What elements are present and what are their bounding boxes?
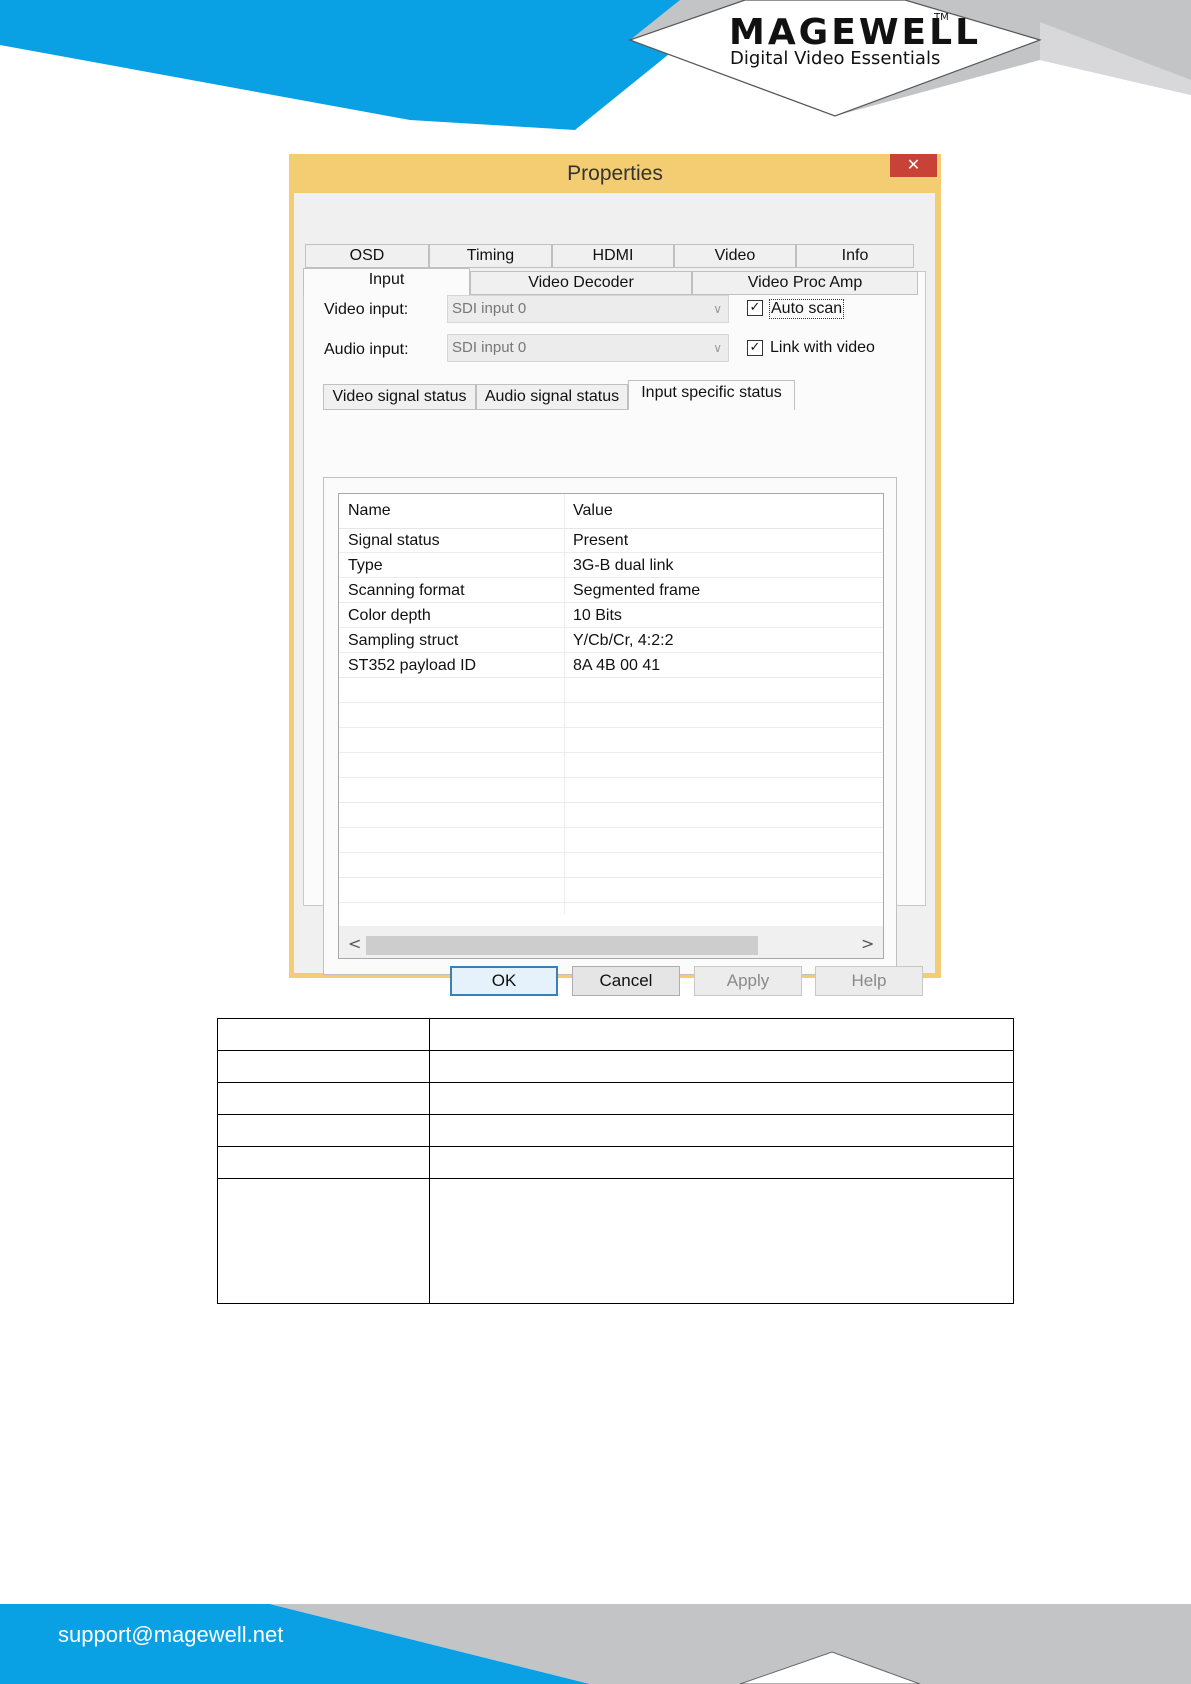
subtab-audio-signal-status[interactable]: Audio signal status bbox=[476, 384, 628, 410]
support-email[interactable]: support@magewell.net bbox=[58, 1622, 283, 1648]
scroll-right-icon[interactable]: > bbox=[861, 934, 874, 953]
table-cell bbox=[429, 1114, 1014, 1147]
row-value: 8A 4B 00 41 bbox=[573, 657, 661, 674]
list-header: Name Value bbox=[339, 494, 883, 529]
row-value: Present bbox=[573, 532, 629, 549]
help-button[interactable]: Help bbox=[815, 966, 923, 996]
row-name: ST352 payload ID bbox=[348, 657, 477, 674]
row-value: 10 Bits bbox=[573, 607, 622, 624]
table-cell bbox=[429, 1018, 1014, 1051]
brand-trademark: TM bbox=[934, 12, 949, 23]
audio-input-value: SDI input 0 bbox=[452, 339, 527, 356]
table-row[interactable]: Signal status Present bbox=[339, 528, 883, 553]
chevron-down-icon: ∨ bbox=[713, 302, 722, 316]
input-tab-panel: Video input: SDI input 0 ∨ Audio input: … bbox=[303, 271, 926, 975]
table-cell bbox=[429, 1178, 1014, 1304]
scroll-left-icon[interactable]: < bbox=[348, 934, 361, 953]
table-row bbox=[217, 1050, 1014, 1083]
empty-row bbox=[339, 778, 883, 803]
scrollbar-thumb[interactable] bbox=[366, 936, 758, 955]
input-specific-status-panel: Name Value Signal status Present Type 3G… bbox=[323, 477, 897, 975]
cancel-button[interactable]: Cancel bbox=[572, 966, 680, 996]
table-row[interactable]: Sampling struct Y/Cb/Cr, 4:2:2 bbox=[339, 628, 883, 653]
table-cell bbox=[217, 1018, 430, 1051]
column-header-name[interactable]: Name bbox=[339, 494, 564, 528]
empty-row bbox=[339, 803, 883, 828]
table-cell bbox=[429, 1146, 1014, 1179]
properties-dialog: Properties ✕ OSD Timing HDMI Video Info … bbox=[289, 154, 941, 996]
tab-video-proc-amp[interactable]: Video Proc Amp bbox=[692, 271, 918, 295]
table-row[interactable]: ST352 payload ID 8A 4B 00 41 bbox=[339, 653, 883, 678]
table-cell bbox=[429, 1050, 1014, 1083]
tab-video[interactable]: Video bbox=[674, 244, 796, 268]
auto-scan-label: Auto scan bbox=[769, 299, 845, 319]
status-list-view: Name Value Signal status Present Type 3G… bbox=[338, 493, 884, 959]
table-row[interactable]: Color depth 10 Bits bbox=[339, 603, 883, 628]
link-with-video-label: Link with video bbox=[770, 339, 875, 356]
audio-input-label: Audio input: bbox=[324, 341, 409, 358]
video-input-label: Video input: bbox=[324, 301, 409, 318]
table-cell bbox=[217, 1146, 430, 1179]
row-name: Signal status bbox=[348, 532, 440, 549]
row-value: Y/Cb/Cr, 4:2:2 bbox=[573, 632, 674, 649]
video-input-value: SDI input 0 bbox=[452, 300, 527, 317]
dialog-client-area: OSD Timing HDMI Video Info Video input: … bbox=[294, 193, 935, 996]
tab-video-decoder[interactable]: Video Decoder bbox=[470, 271, 692, 295]
header-banner bbox=[0, 0, 1191, 130]
table-row[interactable]: Type 3G-B dual link bbox=[339, 553, 883, 578]
tab-osd[interactable]: OSD bbox=[305, 244, 429, 268]
audio-input-select[interactable]: SDI input 0 ∨ bbox=[447, 334, 729, 362]
close-button[interactable]: ✕ bbox=[890, 154, 937, 177]
table-row bbox=[217, 1082, 1014, 1115]
row-name: Scanning format bbox=[348, 582, 465, 599]
close-icon: ✕ bbox=[906, 155, 921, 174]
table-row bbox=[217, 1018, 1014, 1051]
table-cell bbox=[217, 1050, 430, 1083]
table-row bbox=[217, 1114, 1014, 1147]
empty-row bbox=[339, 728, 883, 753]
ok-button[interactable]: OK bbox=[450, 966, 558, 996]
subtab-input-specific-status[interactable]: Input specific status bbox=[628, 380, 795, 410]
chevron-down-icon: ∨ bbox=[713, 341, 722, 355]
column-header-value[interactable]: Value bbox=[564, 494, 883, 528]
row-name: Type bbox=[348, 557, 383, 574]
table-cell bbox=[217, 1114, 430, 1147]
empty-row bbox=[339, 753, 883, 778]
video-input-select[interactable]: SDI input 0 ∨ bbox=[447, 295, 729, 323]
empty-row bbox=[339, 703, 883, 728]
document-table bbox=[217, 1018, 1014, 1304]
empty-row bbox=[339, 878, 883, 903]
row-value: Segmented frame bbox=[573, 582, 701, 599]
table-cell bbox=[217, 1178, 430, 1304]
row-value: 3G-B dual link bbox=[573, 557, 674, 574]
table-row bbox=[217, 1146, 1014, 1179]
row-name: Color depth bbox=[348, 607, 431, 624]
tab-info[interactable]: Info bbox=[796, 244, 914, 268]
brand-tagline: Digital Video Essentials bbox=[730, 48, 941, 69]
table-cell bbox=[217, 1082, 430, 1115]
auto-scan-checkbox[interactable]: ✓ bbox=[747, 300, 763, 316]
table-row[interactable]: Scanning format Segmented frame bbox=[339, 578, 883, 603]
subtab-video-signal-status[interactable]: Video signal status bbox=[323, 384, 476, 410]
empty-row bbox=[339, 678, 883, 703]
tab-timing[interactable]: Timing bbox=[429, 244, 552, 268]
apply-button[interactable]: Apply bbox=[694, 966, 802, 996]
tab-hdmi[interactable]: HDMI bbox=[552, 244, 674, 268]
table-row bbox=[217, 1178, 1014, 1304]
table-cell bbox=[429, 1082, 1014, 1115]
empty-row bbox=[339, 853, 883, 878]
tab-input[interactable]: Input bbox=[303, 268, 470, 295]
link-with-video-checkbox[interactable]: ✓ bbox=[747, 340, 763, 356]
dialog-title: Properties bbox=[567, 162, 663, 185]
horizontal-scrollbar[interactable]: < > bbox=[339, 926, 883, 958]
row-name: Sampling struct bbox=[348, 632, 459, 649]
empty-row bbox=[339, 828, 883, 853]
